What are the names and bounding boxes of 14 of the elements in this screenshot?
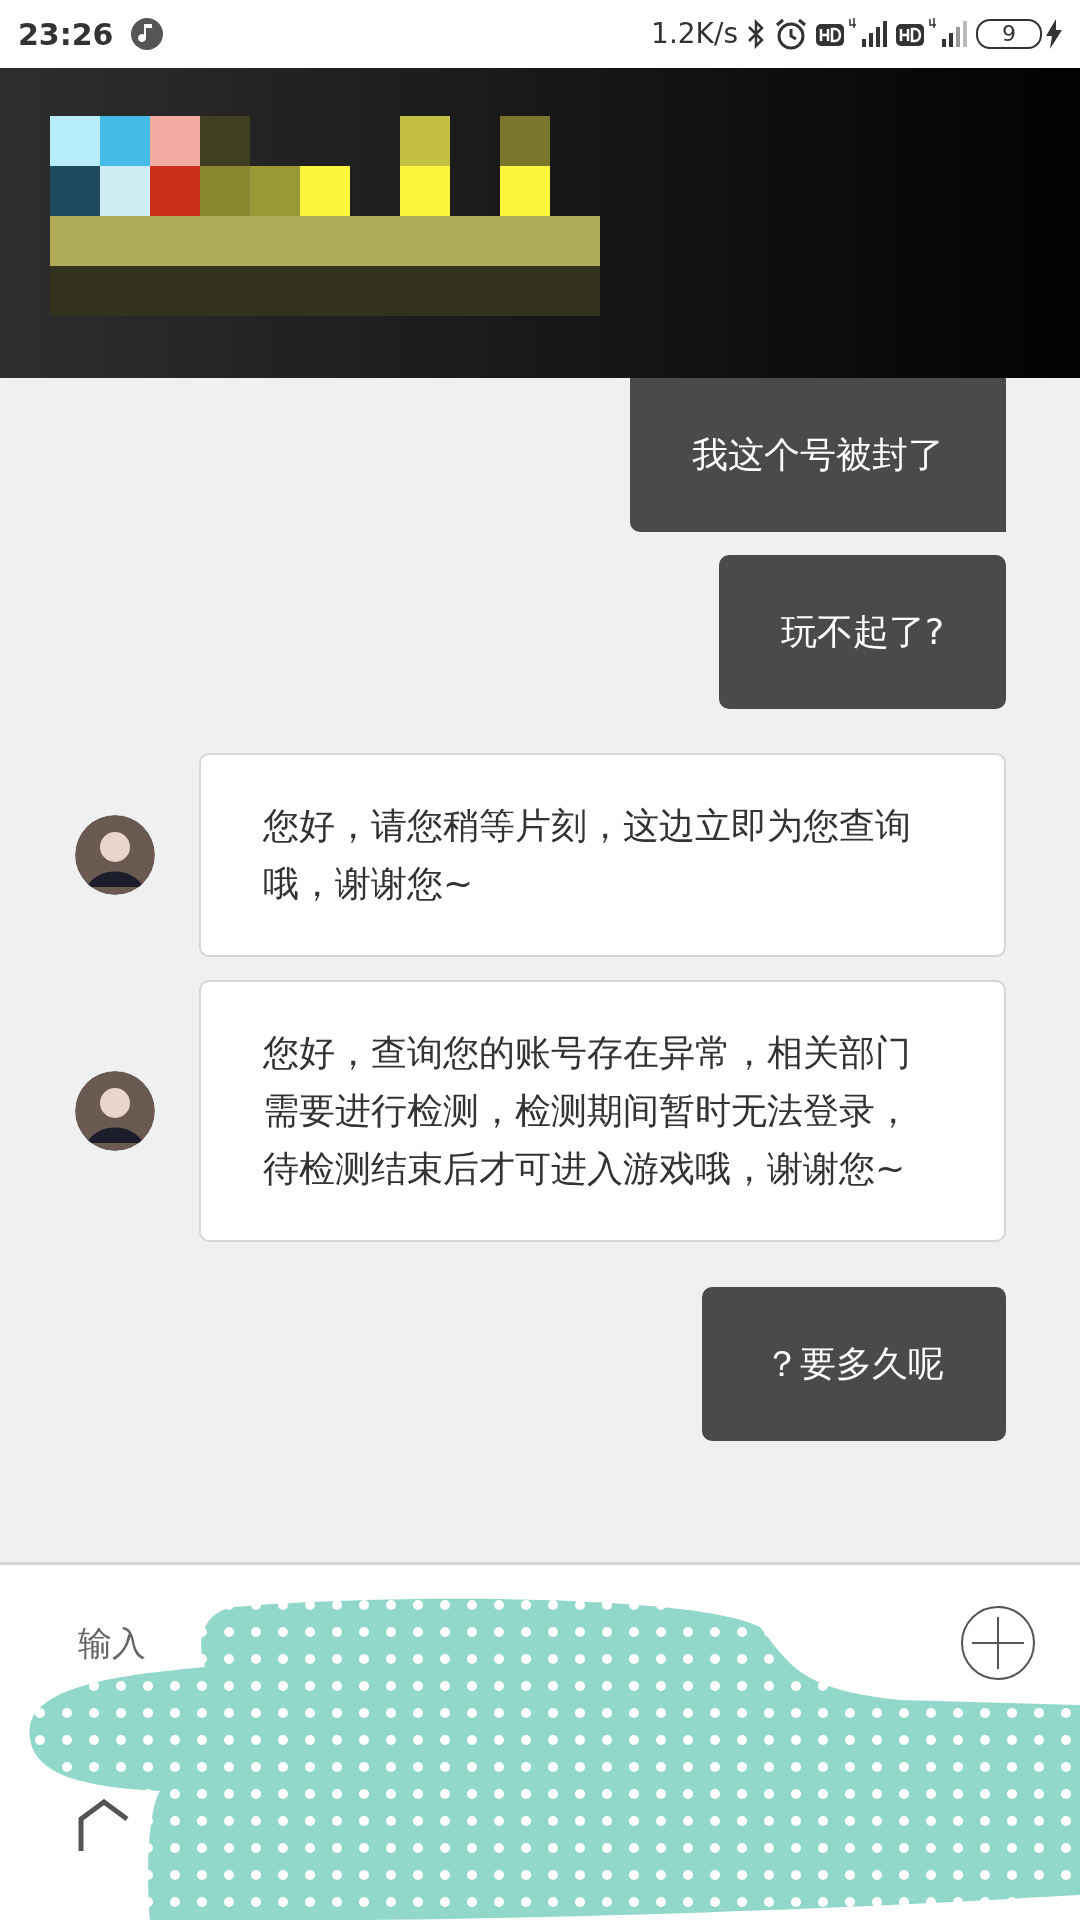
charging-bolt-icon (1046, 19, 1062, 49)
message-bubble: 您好，请您稍等片刻，这边立即为您查询哦，谢谢您~ (199, 753, 1006, 957)
clock-time: 23:26 (18, 15, 114, 54)
message-bubble: 我这个号被封了 (630, 378, 1006, 532)
network-speed: 1.2K/s (651, 16, 738, 52)
battery-icon: 9 (976, 19, 1042, 49)
message-bubble: 您好，查询您的账号存在异常，相关部门需要进行检测，检测期间暂时无法登录，待检测结束后才可进入游戏哦，谢谢您~ (199, 980, 1006, 1242)
message-bubble: ？要多久呢 (702, 1287, 1006, 1441)
message-input[interactable]: 输入 (78, 1617, 178, 1669)
message-bubble: 玩不起了? (718, 555, 1006, 709)
music-note-icon (129, 17, 164, 51)
alarm-clock-icon (774, 17, 808, 51)
add-icon[interactable] (960, 1605, 1036, 1681)
bluetooth-icon (746, 18, 766, 50)
